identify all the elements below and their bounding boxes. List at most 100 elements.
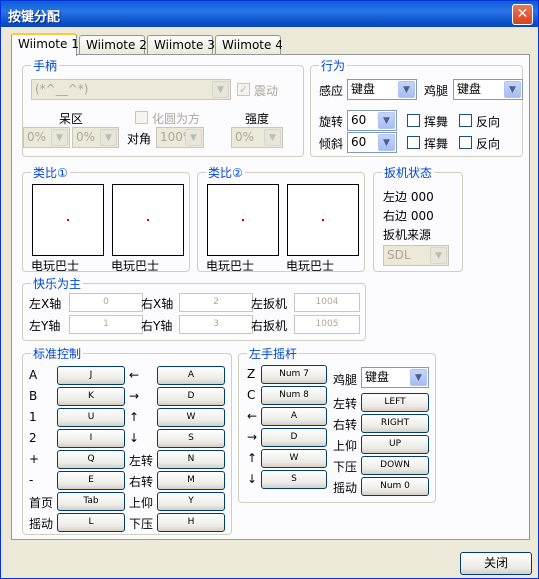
circle-to-square-checkbox[interactable] (135, 111, 148, 124)
std-right-key-button[interactable]: N (157, 450, 225, 469)
tab-wiimote-2[interactable]: Wiimote 2 (79, 35, 147, 54)
ls-left-key-button[interactable]: Num 8 (261, 386, 327, 405)
standard-title: 标准控制 (31, 345, 84, 362)
tab-panel: 手柄 (*^__^*) ▼ ✓ 震动 呆区 化圆为方 强度 0% ▼ 0% ▼ … (11, 54, 530, 540)
std-right-key-button[interactable]: Y (157, 492, 225, 511)
ls-left-label: → (247, 430, 258, 444)
ls-nunchuk-select[interactable]: 键盘 ▼ (361, 367, 429, 388)
ly-label: 左Y轴 (29, 319, 61, 333)
std-left-key-button[interactable]: L (57, 513, 125, 532)
chevron-down-icon: ▼ (504, 81, 521, 98)
std-right-key-button[interactable]: H (157, 513, 225, 532)
std-right-label: 下压 (129, 517, 154, 531)
ls-right-key-button[interactable]: DOWN (361, 456, 429, 475)
std-left-label: 1 (29, 410, 37, 424)
analog2-left-dot (242, 219, 244, 221)
analog1-left-box (32, 184, 104, 256)
ls-left-key-button[interactable]: Num 7 (261, 365, 327, 384)
std-left-key-button[interactable]: E (57, 471, 125, 490)
trigger-source-value: SDL (387, 248, 411, 262)
ls-left-label: ↓ (247, 472, 258, 486)
tilt-reverse-label: 反向 (476, 137, 501, 151)
device-select[interactable]: (*^__^*) ▼ (31, 79, 231, 100)
strength-select[interactable]: 0% ▼ (231, 127, 283, 148)
diagonal-label: 对角 (127, 132, 152, 146)
ls-right-label: 摇动 (333, 481, 358, 495)
rotate-reverse-label: 反向 (476, 115, 501, 129)
deadzone-left-select[interactable]: 0% ▼ (23, 127, 70, 148)
deadzone-label: 呆区 (59, 112, 84, 126)
analog1-right-dot (147, 219, 149, 221)
std-left-key-button[interactable]: J (57, 366, 125, 385)
rotate-reverse-checkbox[interactable] (459, 114, 472, 127)
tilt-select[interactable]: 60 ▼ (347, 132, 397, 153)
ls-right-key-button[interactable]: Num 0 (361, 477, 429, 496)
lt-field[interactable]: 1004 (294, 293, 360, 312)
fun-title: 快乐为主 (31, 275, 84, 292)
title-bar[interactable]: 按键分配 ✕ (1, 1, 538, 27)
deadzone-right-value: 0% (76, 130, 96, 144)
ls-left-key-button[interactable]: W (261, 449, 327, 468)
std-right-label: ↓ (129, 431, 140, 445)
rotate-label: 旋转 (319, 115, 344, 129)
nunchuk-label: 鸡腿 (424, 84, 449, 98)
ls-right-key-button[interactable]: LEFT (361, 393, 429, 412)
tab-wiimote-1[interactable]: Wiimote 1 (11, 33, 79, 56)
std-left-label: - (29, 473, 34, 487)
deadzone-right-select[interactable]: 0% ▼ (72, 127, 119, 148)
trigger-source-select[interactable]: SDL ▼ (383, 245, 449, 266)
std-left-key-button[interactable]: Tab (57, 492, 125, 511)
trigger-title: 扳机状态 (382, 164, 435, 181)
window-close-icon[interactable]: ✕ (512, 4, 533, 25)
ls-left-key-button[interactable]: D (261, 428, 327, 447)
ly-field[interactable]: 1 (69, 315, 143, 334)
tab-wiimote-3[interactable]: Wiimote 3 (147, 35, 215, 54)
analog1-left-dot (67, 219, 69, 221)
analog2-left-label: 电玩巴士 (206, 259, 255, 273)
handle-group-title: 手柄 (31, 57, 60, 74)
ry-field[interactable]: 3 (179, 315, 253, 334)
ls-left-key-button[interactable]: A (261, 407, 327, 426)
ls-left-label: ← (247, 409, 258, 423)
rotate-swing-checkbox[interactable] (407, 114, 420, 127)
rumble-checkbox[interactable]: ✓ (237, 83, 250, 96)
sense-select[interactable]: 键盘 ▼ (347, 79, 417, 100)
sense-value: 键盘 (351, 82, 376, 96)
ls-right-key-button[interactable]: UP (361, 435, 429, 454)
ls-right-label: 右转 (333, 418, 358, 432)
key-assignment-window: 按键分配 ✕ Wiimote 1 Wiimote 2 Wiimote 3 Wii… (0, 0, 539, 579)
ls-right-key-button[interactable]: RIGHT (361, 414, 429, 433)
std-right-key-button[interactable]: S (157, 429, 225, 448)
close-button[interactable]: 关闭 (460, 552, 532, 575)
std-right-key-button[interactable]: M (157, 471, 225, 490)
rt-field[interactable]: 1005 (294, 315, 360, 334)
rumble-label: 震动 (254, 84, 279, 98)
analog1-right-label: 电玩巴士 (111, 259, 160, 273)
std-left-key-button[interactable]: U (57, 408, 125, 427)
ls-left-label: Z (247, 367, 256, 381)
tilt-reverse-checkbox[interactable] (459, 136, 472, 149)
diagonal-select[interactable]: 100% ▼ (156, 127, 204, 148)
analog1-group: 类比① 电玩巴士 电玩巴士 (22, 164, 190, 273)
std-right-key-button[interactable]: D (157, 387, 225, 406)
chevron-down-icon: ▼ (51, 129, 68, 146)
std-right-label: ↑ (129, 410, 140, 424)
nunchuk-select[interactable]: 键盘 ▼ (453, 79, 523, 100)
rotate-value: 60 (351, 113, 367, 127)
std-left-label: B (29, 389, 38, 403)
rx-field[interactable]: 2 (179, 293, 253, 312)
std-left-key-button[interactable]: K (57, 387, 125, 406)
rotate-select[interactable]: 60 ▼ (347, 110, 397, 131)
ls-left-key-button[interactable]: S (261, 470, 327, 489)
std-left-key-button[interactable]: I (57, 429, 125, 448)
std-left-key-button[interactable]: Q (57, 450, 125, 469)
tilt-swing-checkbox[interactable] (407, 136, 420, 149)
chevron-down-icon: ▼ (398, 81, 415, 98)
analog2-right-dot (322, 219, 324, 221)
ls-left-label: ↑ (247, 451, 258, 465)
tab-wiimote-4[interactable]: Wiimote 4 (215, 35, 283, 54)
lx-field[interactable]: 0 (69, 293, 143, 312)
std-right-key-button[interactable]: W (157, 408, 225, 427)
strength-value: 0% (235, 130, 255, 144)
std-right-key-button[interactable]: A (157, 366, 225, 385)
